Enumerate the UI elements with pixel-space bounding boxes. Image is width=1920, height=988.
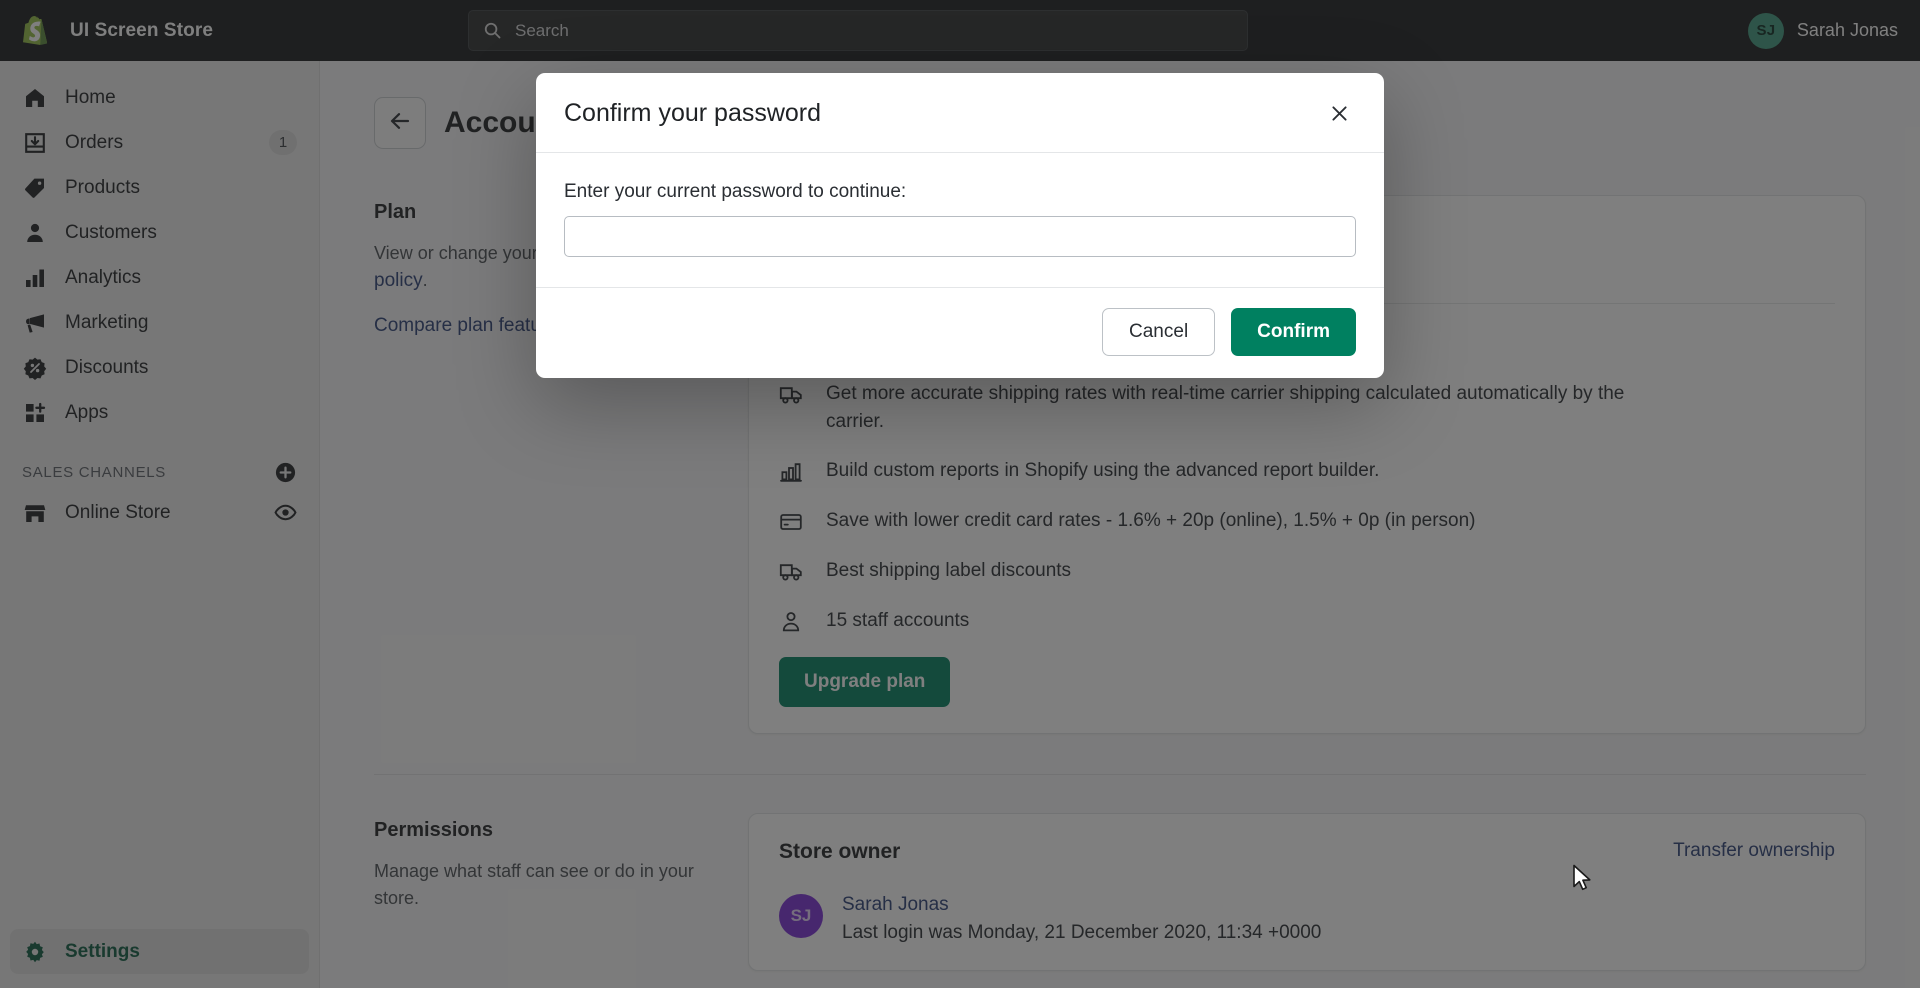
modal-header: Confirm your password <box>536 73 1384 153</box>
confirm-button[interactable]: Confirm <box>1231 308 1356 356</box>
confirm-password-modal: Confirm your password Enter your current… <box>536 73 1384 378</box>
password-input[interactable] <box>564 216 1356 257</box>
modal-title: Confirm your password <box>564 98 822 127</box>
modal-body: Enter your current password to continue: <box>536 153 1384 288</box>
password-label: Enter your current password to continue: <box>564 181 907 202</box>
close-icon[interactable] <box>1322 96 1356 130</box>
modal-footer: Cancel Confirm <box>536 288 1384 378</box>
cancel-button[interactable]: Cancel <box>1102 308 1216 356</box>
